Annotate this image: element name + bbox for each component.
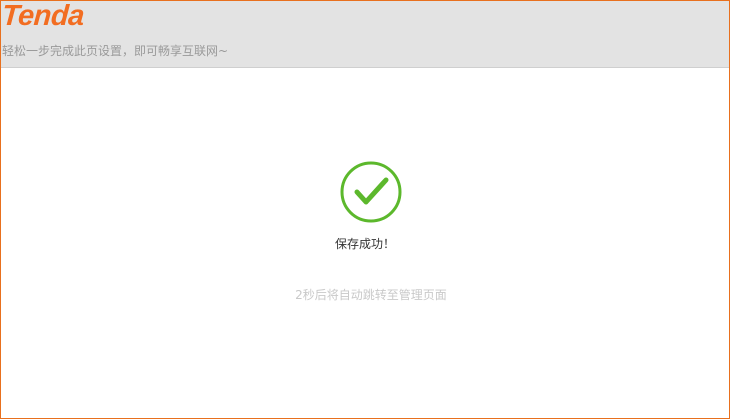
check-circle-icon [340,161,402,223]
header-bar: Tenda 轻松一步完成此页设置，即可畅享互联网~ [1,1,729,68]
page-frame: Tenda 轻松一步完成此页设置，即可畅享互联网~ 保存成功！ 2秒后将自动跳转… [0,0,730,419]
tenda-logo[interactable]: Tenda [1,1,85,32]
header-tagline: 轻松一步完成此页设置，即可畅享互联网~ [2,44,229,58]
redirect-countdown-message: 2秒后将自动跳转至管理页面 [295,288,447,302]
save-success-message: 保存成功！ [334,237,395,251]
success-check-icon [339,160,403,224]
